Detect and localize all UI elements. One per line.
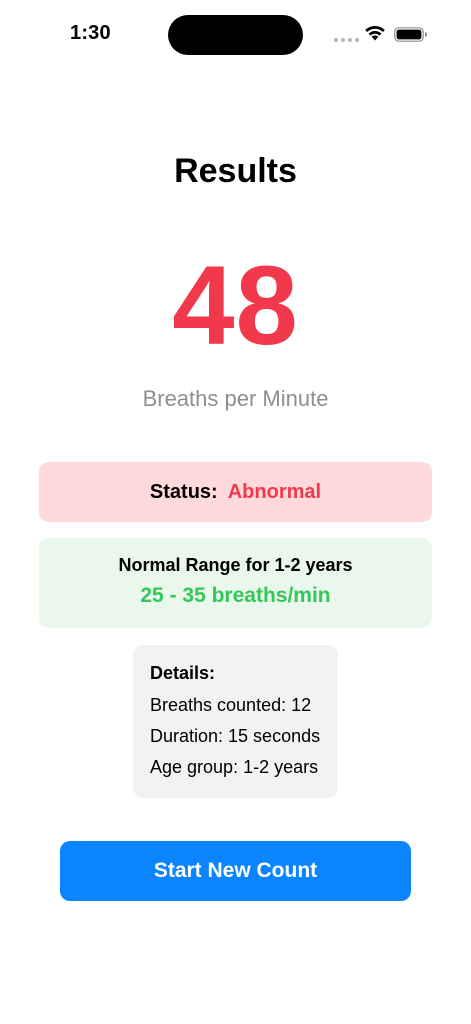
status-bar-time: 1:30 [70,22,111,44]
details-duration: Duration: 15 seconds [150,726,321,746]
results-screen: 1:30 Results 48 Breaths per Minute Statu… [0,0,471,1024]
normal-range-card: Normal Range for 1-2 years 25 - 35 breat… [39,538,432,628]
wifi-icon [365,25,385,41]
cellular-signal-icon [334,38,359,42]
dynamic-island [168,15,303,55]
start-new-count-button[interactable]: Start New Count [60,841,411,901]
normal-range-value: 25 - 35 breaths/min [140,584,331,607]
status-value: Abnormal [227,480,322,503]
status-card: Status: Abnormal [39,462,432,522]
details-age-group: Age group: 1-2 years [150,757,319,777]
breaths-per-minute-value: 48 [172,243,299,368]
status-label: Status: [149,480,218,503]
details-card: Details: Breaths counted: 12 Duration: 1… [133,645,338,798]
battery-icon [394,27,427,42]
page-title: Results [174,152,297,190]
details-breaths-counted: Breaths counted: 12 [150,695,312,715]
breaths-per-minute-label: Breaths per Minute [142,386,329,411]
details-title: Details: [150,663,216,683]
normal-range-title: Normal Range for 1-2 years [118,555,353,575]
